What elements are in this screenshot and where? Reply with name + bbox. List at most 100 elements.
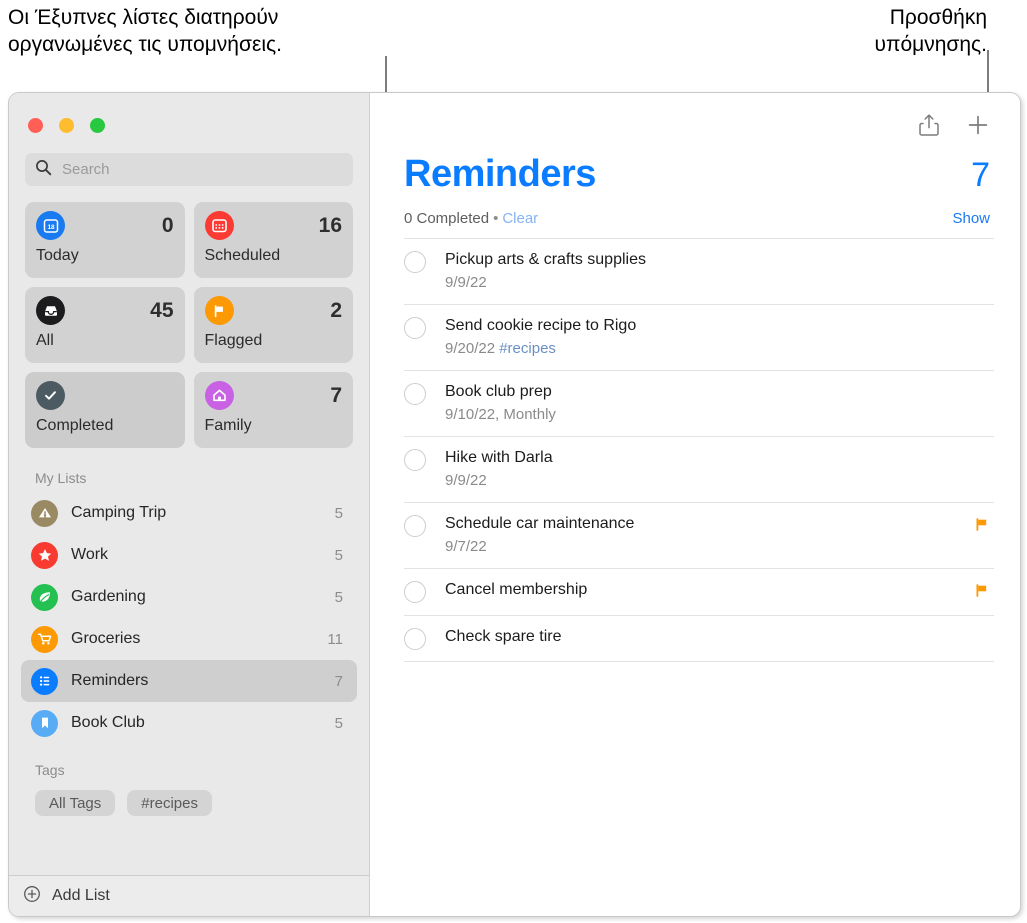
reminder-checkbox[interactable] bbox=[404, 581, 426, 603]
reminder-row[interactable]: Hike with Darla 9/9/22 bbox=[404, 436, 994, 502]
reminder-title: Check spare tire bbox=[445, 628, 562, 645]
sidebar-item-label: Gardening bbox=[71, 588, 146, 605]
sidebar-item-count: 5 bbox=[334, 546, 343, 564]
share-button[interactable] bbox=[918, 113, 940, 137]
sidebar-item-camping-trip[interactable]: Camping Trip 5 bbox=[21, 492, 357, 534]
sidebar-item-count: 11 bbox=[327, 630, 343, 648]
smart-lists-grid: 18 0 Today 16 Scheduled 45 All 2 Flagged… bbox=[25, 202, 353, 448]
add-list-button[interactable]: Add List bbox=[9, 875, 369, 916]
sidebar-item-label: Book Club bbox=[71, 714, 145, 731]
tags-header: Tags bbox=[35, 762, 65, 778]
add-reminder-button[interactable] bbox=[966, 113, 990, 137]
sidebar-item-reminders[interactable]: Reminders 7 bbox=[21, 660, 357, 702]
reminder-title: Hike with Darla bbox=[445, 449, 553, 466]
reminder-checkbox[interactable] bbox=[404, 251, 426, 273]
completed-count-text: 0 Completed bbox=[404, 210, 490, 227]
tent-icon bbox=[31, 499, 58, 527]
tags-list: All Tags #recipes bbox=[21, 790, 357, 816]
reminder-checkbox[interactable] bbox=[404, 628, 426, 650]
tag-pill[interactable]: All Tags bbox=[35, 790, 116, 816]
leaf-icon bbox=[31, 583, 58, 611]
reminder-body: Check spare tire bbox=[445, 627, 990, 647]
reminder-checkbox[interactable] bbox=[404, 449, 426, 471]
reminder-date: 9/20/22 bbox=[445, 340, 496, 357]
callout-right-text: Προσθήκη υπόμνησης. bbox=[874, 6, 987, 56]
sidebar-item-label: Camping Trip bbox=[71, 504, 167, 521]
sidebar-item-label: Reminders bbox=[71, 672, 149, 689]
minimize-button[interactable] bbox=[59, 118, 74, 133]
inbox-tray-icon bbox=[36, 296, 65, 325]
completed-summary: 0 Completed • Clear bbox=[404, 210, 538, 227]
calendar-day-icon: 18 bbox=[36, 211, 65, 240]
show-completed-link[interactable]: Show bbox=[952, 210, 990, 227]
reminder-meta: 9/10/22, Monthly bbox=[445, 405, 990, 425]
reminder-body: Book club prep 9/10/22, Monthly bbox=[445, 382, 990, 425]
sidebar-item-label: Work bbox=[71, 546, 109, 563]
search-field[interactable] bbox=[25, 153, 353, 186]
smart-list-today[interactable]: 18 0 Today bbox=[25, 202, 185, 278]
smart-list-completed[interactable]: Completed bbox=[25, 372, 185, 448]
reminder-row[interactable]: Schedule car maintenance 9/7/22 bbox=[404, 502, 994, 568]
checkmark-icon bbox=[36, 381, 65, 410]
sidebar-item-gardening[interactable]: Gardening 5 bbox=[21, 576, 357, 618]
house-icon bbox=[204, 381, 234, 410]
smart-list-scheduled[interactable]: 16 Scheduled bbox=[193, 202, 353, 278]
sidebar-item-count: 5 bbox=[334, 504, 343, 522]
smart-list-family[interactable]: 7 Family bbox=[193, 372, 353, 448]
zoom-button[interactable] bbox=[90, 118, 105, 133]
smart-list-label: Today bbox=[36, 247, 79, 264]
smart-list-label: Scheduled bbox=[204, 247, 281, 264]
toolbar bbox=[396, 93, 994, 141]
flag-icon bbox=[204, 296, 234, 325]
reminder-row[interactable]: Send cookie recipe to Rigo 9/20/22 #reci… bbox=[404, 304, 994, 370]
reminder-date: 9/9/22 bbox=[445, 274, 487, 291]
smart-list-flagged[interactable]: 2 Flagged bbox=[193, 287, 353, 363]
sidebar-item-count: 5 bbox=[334, 588, 343, 606]
reminder-meta: 9/9/22 bbox=[445, 471, 990, 491]
sidebar: 18 0 Today bbox=[9, 93, 370, 916]
sidebar-item-count: 7 bbox=[334, 672, 343, 690]
my-lists: Camping Trip 5 Work 5 Gardening 5 Grocer… bbox=[21, 492, 357, 744]
smart-list-count: 0 bbox=[161, 214, 174, 237]
reminder-body: Cancel membership bbox=[445, 580, 954, 600]
reminder-row[interactable]: Book club prep 9/10/22, Monthly bbox=[404, 370, 994, 436]
flag-icon[interactable] bbox=[973, 516, 990, 538]
meta-separator: • bbox=[493, 210, 499, 227]
smart-list-all[interactable]: 45 All bbox=[25, 287, 185, 363]
reminder-checkbox[interactable] bbox=[404, 383, 426, 405]
reminder-body: Schedule car maintenance 9/7/22 bbox=[445, 514, 954, 557]
reminder-row[interactable]: Cancel membership bbox=[404, 568, 994, 615]
reminder-title: Send cookie recipe to Rigo bbox=[445, 317, 637, 334]
reminder-meta: 9/7/22 bbox=[445, 537, 954, 557]
flag-icon[interactable] bbox=[973, 582, 990, 604]
sidebar-item-work[interactable]: Work 5 bbox=[21, 534, 357, 576]
reminder-row[interactable]: Pickup arts & crafts supplies 9/9/22 bbox=[404, 238, 994, 304]
window-controls bbox=[9, 93, 369, 133]
cart-icon bbox=[31, 625, 58, 653]
reminder-date: 9/9/22 bbox=[445, 472, 487, 489]
reminder-title: Pickup arts & crafts supplies bbox=[445, 251, 646, 268]
sidebar-item-groceries[interactable]: Groceries 11 bbox=[21, 618, 357, 660]
reminder-checkbox[interactable] bbox=[404, 317, 426, 339]
reminders-window: 18 0 Today bbox=[8, 92, 1021, 917]
close-button[interactable] bbox=[28, 118, 43, 133]
bookmark-icon bbox=[31, 709, 58, 737]
search-input[interactable] bbox=[60, 160, 343, 179]
calendar-icon bbox=[204, 211, 234, 240]
reminder-meta: 9/9/22 bbox=[445, 273, 990, 293]
page-title: Reminders bbox=[404, 153, 596, 195]
reminder-row[interactable]: Check spare tire bbox=[404, 615, 994, 662]
smart-list-label: Flagged bbox=[204, 332, 263, 349]
reminder-date: 9/10/22, Monthly bbox=[445, 406, 556, 423]
smart-list-label: Completed bbox=[36, 417, 114, 434]
list-icon bbox=[31, 667, 58, 695]
search-icon bbox=[35, 159, 52, 181]
clear-completed-link[interactable]: Clear bbox=[502, 210, 538, 227]
tag-pill[interactable]: #recipes bbox=[127, 790, 212, 816]
reminder-checkbox[interactable] bbox=[404, 515, 426, 537]
reminder-tag[interactable]: #recipes bbox=[499, 340, 556, 357]
sidebar-item-book-club[interactable]: Book Club 5 bbox=[21, 702, 357, 744]
reminders-list: Pickup arts & crafts supplies 9/9/22 Sen… bbox=[396, 238, 994, 662]
reminder-meta: 9/20/22 #recipes bbox=[445, 339, 990, 359]
reminder-body: Send cookie recipe to Rigo 9/20/22 #reci… bbox=[445, 316, 990, 359]
